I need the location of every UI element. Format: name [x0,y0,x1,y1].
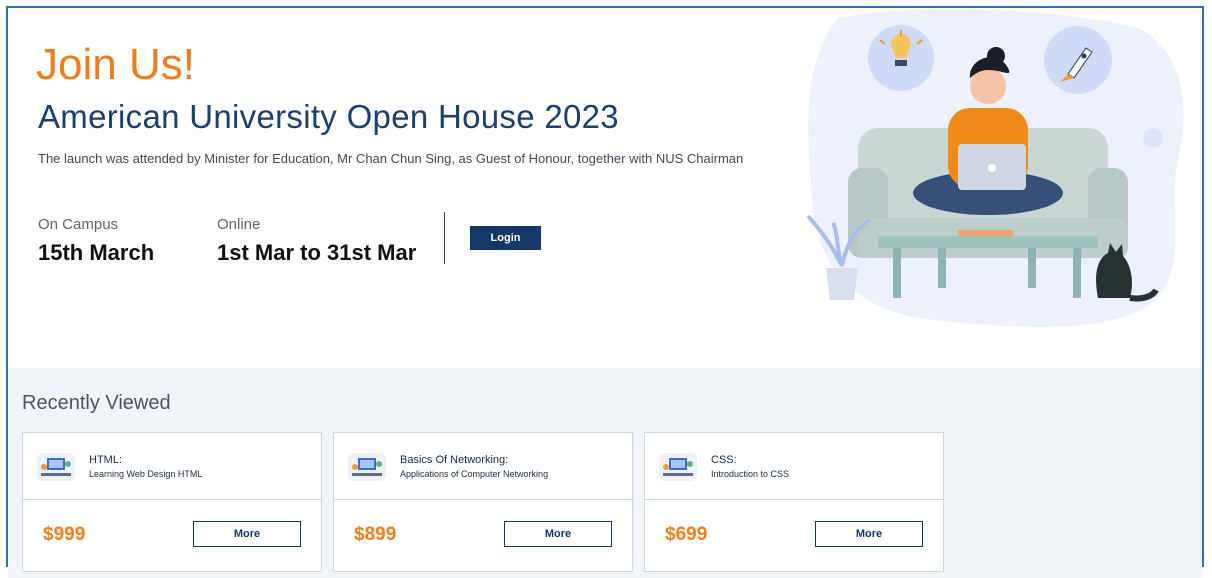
on-campus-date: 15th March [38,240,155,265]
online-dates: 1st Mar to 31st Mar [217,240,417,265]
card-title: HTML: [89,454,122,466]
event-description: The launch was attended by Minister for … [38,151,744,166]
card-price: $999 [43,524,86,545]
hero-section: Join Us! American University Open House … [8,8,1202,368]
card-price: $699 [665,524,708,545]
login-button[interactable]: Login [470,226,541,250]
lightbulb-icon [868,25,934,91]
more-button[interactable]: More [193,521,301,547]
card-subtitle: Learning Web Design HTML [89,469,203,479]
course-thumbnail-icon [37,453,75,481]
course-card[interactable]: CSS: Introduction to CSS $699 More [644,432,944,572]
course-card[interactable]: HTML: Learning Web Design HTML $999 More [22,432,322,572]
more-button[interactable]: More [504,521,612,547]
hero-illustration [806,9,1184,327]
on-campus-label: On Campus [38,216,119,233]
card-subtitle: Introduction to CSS [711,469,790,479]
card-price: $899 [354,524,397,545]
online-label: Online [217,216,261,233]
card-title: CSS: [711,454,737,466]
rocket-icon [1044,26,1112,94]
event-title: American University Open House 2023 [38,98,619,135]
card-header: Basics Of Networking: Applications of Co… [334,433,632,500]
page-frame: Join Us! American University Open House … [6,6,1204,578]
divider [444,212,445,264]
course-card[interactable]: Basics Of Networking: Applications of Co… [333,432,633,572]
join-heading: Join Us! [36,40,195,89]
course-thumbnail-icon [348,453,386,481]
more-button[interactable]: More [815,521,923,547]
course-thumbnail-icon [659,453,697,481]
card-header: CSS: Introduction to CSS [645,433,943,500]
recently-viewed-title: Recently Viewed [22,392,171,414]
card-title: Basics Of Networking: [400,454,509,466]
card-subtitle: Applications of Computer Networking [400,469,549,479]
recently-viewed-section: Recently Viewed HTML: Learning Web Desig… [8,368,1202,578]
card-header: HTML: Learning Web Design HTML [23,433,321,500]
